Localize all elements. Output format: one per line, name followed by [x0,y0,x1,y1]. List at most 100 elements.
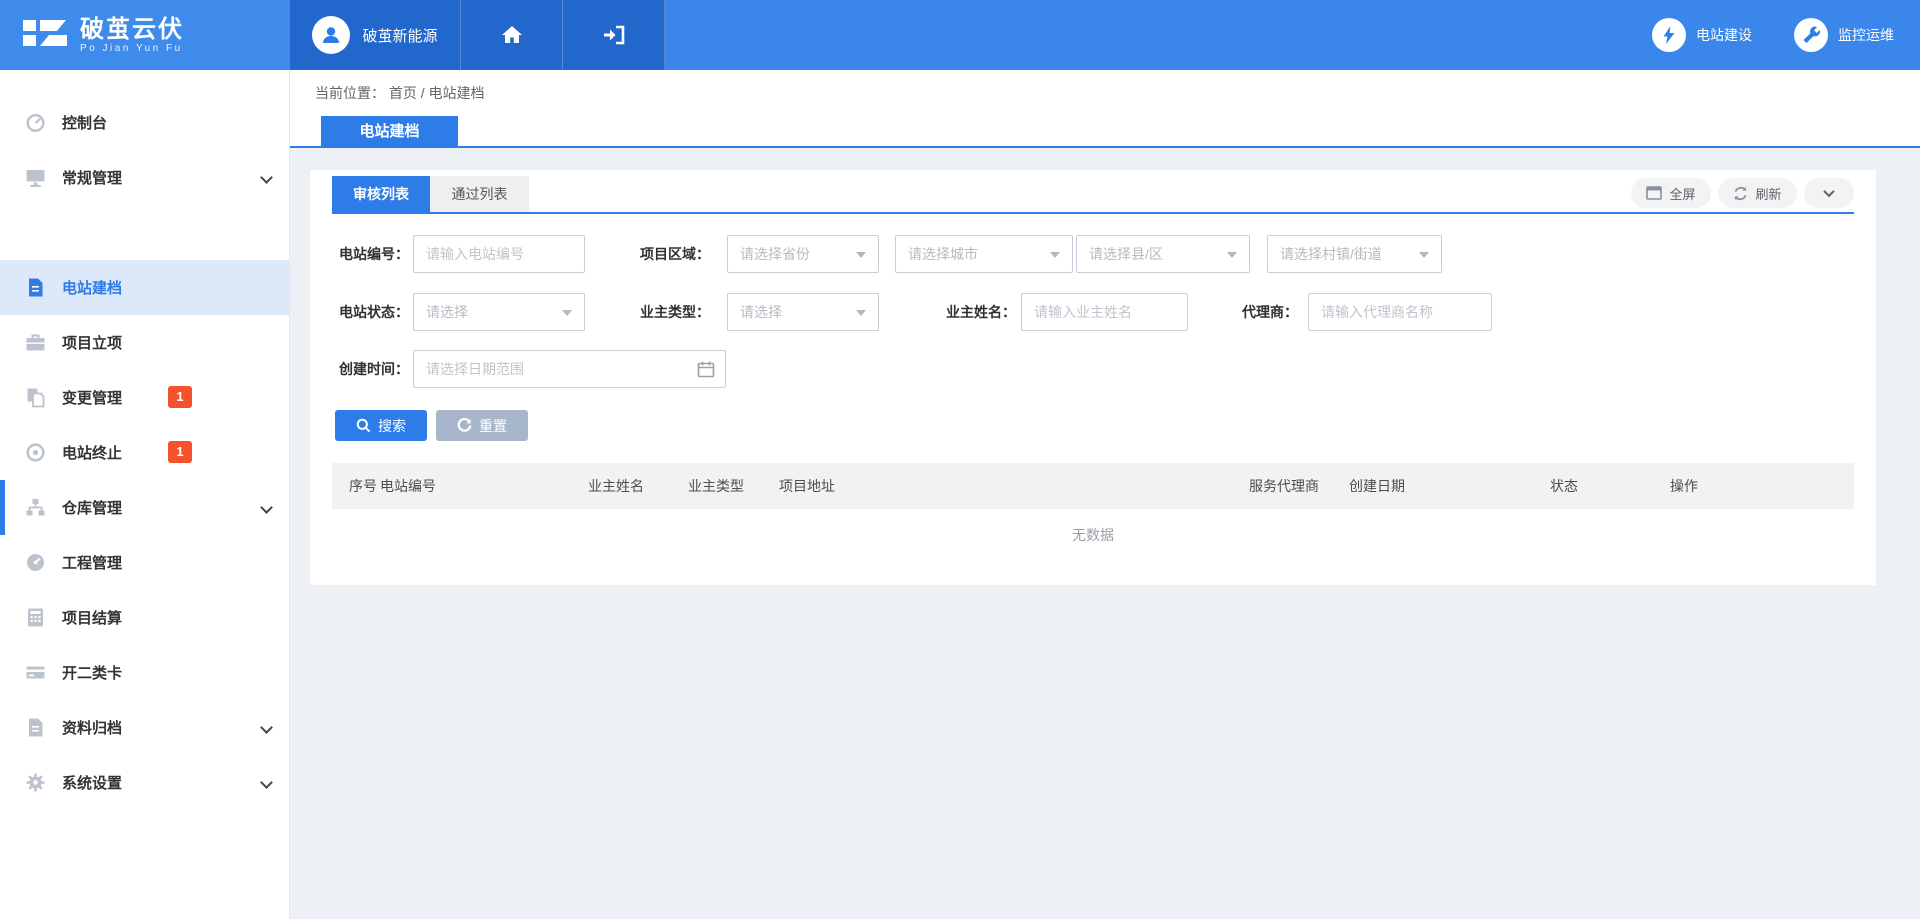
owner-name-input[interactable] [1021,293,1188,331]
logout-button[interactable] [563,0,665,70]
province-select[interactable]: 请选择省份 [727,235,879,273]
refresh-icon [1733,186,1748,201]
sidebar-item-station-termination[interactable]: 电站终止 1 [0,425,290,480]
mode-build-label: 电站建设 [1696,25,1752,45]
search-button[interactable]: 搜索 [335,410,427,441]
brand-title: 破茧云伏 [80,17,184,43]
col-create-date: 创建日期 [1349,463,1405,509]
active-scroll-marker [0,480,5,535]
badge-count: 1 [168,386,192,408]
sitemap-icon [25,497,46,518]
chevron-down-icon [260,171,273,184]
sidebar-item-settlement[interactable]: 项目结算 [0,590,290,645]
card-icon [25,662,46,683]
date-range-picker[interactable]: 请选择日期范围 [413,350,726,388]
wrench-icon [1800,24,1822,46]
sidebar-item-project-initiation[interactable]: 项目立项 [0,315,290,370]
user-menu[interactable]: 破茧新能源 [290,0,461,70]
lightning-icon [1658,24,1680,46]
search-icon [356,418,371,433]
header-nav: 破茧新能源 [290,0,665,70]
header-mode-switch: 电站建设 监控运维 [1652,0,1894,70]
station-status-label: 电站状态： [323,293,409,331]
chevron-down-icon [260,721,273,734]
reset-button[interactable]: 重置 [436,410,528,441]
sidebar-item-archive[interactable]: 资料归档 [0,700,290,755]
sidebar-item-warehouse[interactable]: 仓库管理 [0,480,290,535]
chevron-down-icon [1823,186,1834,197]
monitor-icon [25,167,46,188]
user-icon [319,23,343,47]
collapse-button[interactable] [1804,178,1854,208]
breadcrumb-path: 首页 / 电站建档 [389,85,485,101]
sidebar: 控制台 常规管理 电站建档 项目立项 变更管理 1 [0,70,290,919]
col-station-no: 电站编号 [380,463,436,509]
sidebar-item-change-management[interactable]: 变更管理 1 [0,370,290,425]
mode-monitor-label: 监控运维 [1838,25,1894,45]
login-arrow-icon [601,22,627,48]
speedometer-icon [25,552,46,573]
empty-state: 无数据 [332,525,1854,545]
col-address: 项目地址 [779,463,835,509]
tab-passed-list[interactable]: 通过列表 [430,176,529,212]
breadcrumb-bar: 当前位置： 首页 / 电站建档 电站建档 [290,70,1920,146]
gear-icon [25,772,46,793]
col-agent: 服务代理商 [1249,463,1319,509]
station-filing-panel: 审核列表 通过列表 全屏 刷新 电站编号： 项目区域： 请选择省份 [310,170,1876,585]
archive-document-icon [25,717,46,738]
col-owner-name: 业主姓名 [588,463,644,509]
chevron-down-icon [260,776,273,789]
region-label: 项目区域： [627,235,710,273]
gauge-icon [25,112,46,133]
sidebar-item-card[interactable]: 开二类卡 [0,645,290,700]
owner-type-select[interactable]: 请选择 [727,293,879,331]
caret-down-icon [1419,252,1429,258]
sidebar-item-settings[interactable]: 系统设置 [0,755,290,810]
city-select[interactable]: 请选择城市 [895,235,1073,273]
agent-input[interactable] [1308,293,1492,331]
company-name: 破茧新能源 [362,25,437,46]
document-icon [25,277,46,298]
caret-down-icon [1227,252,1237,258]
sidebar-item-engineering[interactable]: 工程管理 [0,535,290,590]
caret-down-icon [856,310,866,316]
mode-build-button[interactable]: 电站建设 [1652,18,1752,52]
calendar-icon [697,360,715,378]
sidebar-item-general[interactable]: 常规管理 [0,150,290,205]
sidebar-item-dashboard[interactable]: 控制台 [0,95,290,150]
station-no-input[interactable] [413,235,585,273]
badge-count: 1 [168,441,192,463]
fullscreen-icon [1646,186,1662,200]
tab-review-list[interactable]: 审核列表 [332,176,430,212]
county-select[interactable]: 请选择县/区 [1076,235,1250,273]
refresh-button[interactable]: 刷新 [1718,178,1797,208]
village-select[interactable]: 请选择村镇/街道 [1267,235,1442,273]
page-tab-underline [290,146,1920,148]
owner-type-label: 业主类型： [627,293,710,331]
home-button[interactable] [461,0,563,70]
panel-toolbar: 全屏 刷新 [1631,178,1854,208]
create-time-label: 创建时间： [323,350,409,388]
mode-monitor-button[interactable]: 监控运维 [1794,18,1894,52]
fullscreen-button[interactable]: 全屏 [1631,178,1711,208]
agent-label: 代理商： [1208,293,1298,331]
calculator-icon [25,607,46,628]
col-actions: 操作 [1670,463,1698,509]
home-icon [500,23,524,47]
caret-down-icon [562,310,572,316]
record-icon [25,442,46,463]
owner-name-label: 业主姓名： [926,293,1016,331]
sidebar-item-station-filing[interactable]: 电站建档 [0,260,290,315]
col-status: 状态 [1550,463,1578,509]
app-header: 破茧云伏 Po Jian Yun Fu 破茧新能源 [0,0,1920,70]
station-status-select[interactable]: 请选择 [413,293,585,331]
breadcrumb-prefix: 当前位置： [315,85,385,101]
tab-underline [332,212,1854,214]
caret-down-icon [1050,252,1060,258]
caret-down-icon [856,252,866,258]
table-header: 序号 电站编号 业主姓名 业主类型 项目地址 服务代理商 创建日期 状态 操作 [332,463,1854,509]
page-tab-station-filing[interactable]: 电站建档 [321,116,458,148]
avatar [312,16,350,54]
station-no-label: 电站编号： [323,235,409,273]
briefcase-icon [25,332,46,353]
